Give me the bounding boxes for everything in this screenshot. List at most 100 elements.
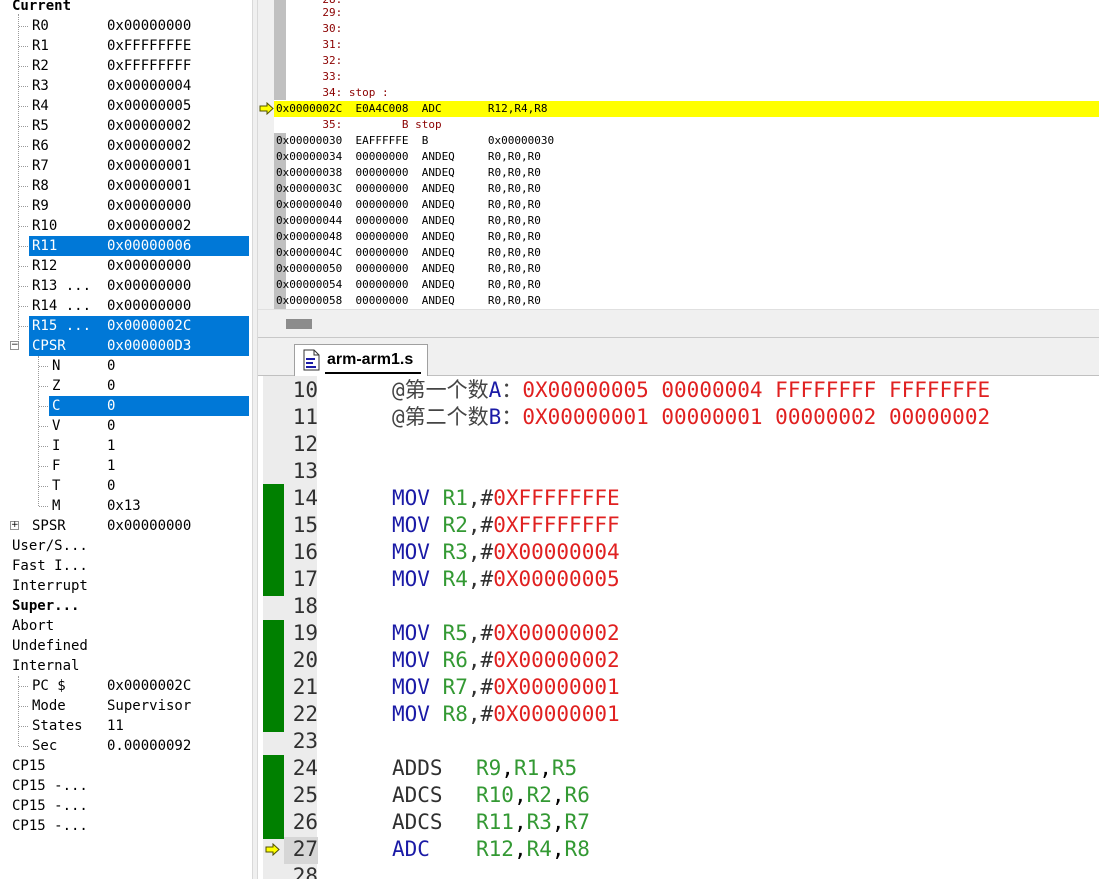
disassembly-line[interactable]: 0x00000030 EAFFFFFE B 0x00000030 [276,133,554,149]
cpsr-flag-t[interactable]: T0 [49,476,249,496]
register-name: Mode [32,698,66,714]
code-line-20: MOV R6,#0X00000002 [392,647,620,674]
tree-line [19,686,28,687]
disassembly-line[interactable]: 0x00000054 00000000 ANDEQ R0,R0,R0 [276,277,541,293]
register-row-r4[interactable]: R4 0x00000005 [29,96,249,116]
register-name: CP15 [12,758,46,774]
tree-line [19,26,28,27]
cpsr-flag-f[interactable]: F1 [49,456,249,476]
register-row-r9[interactable]: R9 0x00000000 [29,196,249,216]
disassembly-line[interactable]: 0x00000044 00000000 ANDEQ R0,R0,R0 [276,213,541,229]
mode-node-4[interactable]: Abort [9,616,249,636]
tab-arm-arm1-s[interactable]: arm-arm1.s [294,344,428,376]
register-row-r14[interactable]: R14 ... 0x00000000 [29,296,249,316]
line-number: 24 [292,756,318,780]
disassembly-line[interactable]: 35: B stop [276,117,441,133]
disassembly-line[interactable]: 0x0000004C 00000000 ANDEQ R0,R0,R0 [276,245,541,261]
scrollbar-thumb[interactable] [286,319,312,329]
register-value: 0x00000006 [107,238,192,254]
disassembly-horizontal-scrollbar[interactable] [258,309,1099,337]
cpsr-flag-z[interactable]: Z0 [49,376,249,396]
disassembly-line[interactable]: 0x0000003C 00000000 ANDEQ R0,R0,R0 [276,181,541,197]
disassembly-margin [258,0,274,309]
register-row-r8[interactable]: R8 0x00000001 [29,176,249,196]
mode-node-2[interactable]: Interrupt [9,576,249,596]
register-row-r10[interactable]: R10 0x00000002 [29,216,249,236]
disassembly-line[interactable]: 29: [276,5,342,21]
operand-separator: ,# [467,675,494,699]
cpsr-flag-n[interactable]: N0 [49,356,249,376]
disassembly-line[interactable]: 34: stop : [276,85,388,101]
current-instruction-line[interactable]: 0x0000002C E0A4C008 ADC R12,R4,R8 [274,101,1099,117]
internal-row-2[interactable]: States 11 [29,716,249,736]
disassembly-line[interactable]: 32: [276,53,342,69]
register-row-r15[interactable]: R15 ... 0x0000002C [29,316,249,336]
register-name: R0 [32,18,49,34]
internal-row-1[interactable]: Mode Supervisor [29,696,249,716]
register-name: CP15 -... [12,818,88,834]
mode-node-1[interactable]: Fast I... [9,556,249,576]
internal-row-0[interactable]: PC $ 0x0000002C [29,676,249,696]
opcode: MOV [392,540,430,564]
disassembly-line[interactable]: 0x00000048 00000000 ANDEQ R0,R0,R0 [276,229,541,245]
register-row-r6[interactable]: R6 0x00000002 [29,136,249,156]
mode-node-6[interactable]: Internal [9,656,249,676]
register-row-cpsr[interactable]: CPSR 0x000000D3 [29,336,249,356]
cp15-node-1[interactable]: CP15 -... [9,776,249,796]
tree-line [39,446,48,447]
register-value: 0xFFFFFFFF [107,58,192,74]
disassembly-line[interactable]: 31: [276,37,342,53]
register-operand: R5 [442,621,468,645]
internal-row-3[interactable]: Sec 0.00000092 [29,736,249,756]
mode-node-5[interactable]: Undefined [9,636,249,656]
spsr-expand-toggle[interactable]: + [10,521,19,530]
disassembly-line[interactable]: 0x00000034 00000000 ANDEQ R0,R0,R0 [276,149,541,165]
register-row-r13[interactable]: R13 ... 0x00000000 [29,276,249,296]
line-number: 18 [292,594,318,618]
register-row-r7[interactable]: R7 0x00000001 [29,156,249,176]
register-value: 0 [107,358,116,374]
opcode: ADCS [392,810,443,834]
cp15-node-3[interactable]: CP15 -... [9,816,249,836]
code-line-24: ADDS R9,R1,R5 [392,756,578,780]
cpsr-collapse-toggle[interactable]: − [10,341,19,350]
disassembly-line[interactable]: 0x00000040 00000000 ANDEQ R0,R0,R0 [276,197,541,213]
tree-line [38,356,39,506]
register-value: 0x00000000 [107,278,192,294]
register-row-r1[interactable]: R1 0xFFFFFFFE [29,36,249,56]
register-row-r2[interactable]: R2 0xFFFFFFFF [29,56,249,76]
register-row-r3[interactable]: R3 0x00000004 [29,76,249,96]
cp15-node-2[interactable]: CP15 -... [9,796,249,816]
register-row-r0[interactable]: R0 0x00000000 [29,16,249,36]
register-operand: R3 [442,540,468,564]
mode-node-3[interactable]: Super... [9,596,249,616]
line-number: 28 [292,864,318,879]
cpsr-flag-m[interactable]: M 0x13 [49,496,249,516]
register-name: CP15 -... [12,778,88,794]
register-row-r5[interactable]: R5 0x00000002 [29,116,249,136]
tree-line [19,66,28,67]
cpsr-flag-c[interactable]: C0 [49,396,249,416]
disassembly-line[interactable]: 0x00000038 00000000 ANDEQ R0,R0,R0 [276,165,541,181]
register-row-spsr[interactable]: SPSR 0x00000000 [29,516,249,536]
register-value: 1 [107,438,116,454]
cpsr-flag-v[interactable]: V0 [49,416,249,436]
disassembly-line[interactable]: 30: [276,21,342,37]
source-editor[interactable]: 10 11 12 13 14 15 16 17 18 19 20 21 22 23 24 25 26 27 28 @… [258,376,1099,879]
cpsr-flag-i[interactable]: I1 [49,436,249,456]
register-name: Internal [12,658,80,674]
tree-line [19,206,28,207]
tree-line [39,466,48,467]
line-number: 10 [292,378,318,402]
register-row-r11[interactable]: R11 0x00000006 [29,236,249,256]
immediate-value: 0XFFFFFFFF [493,513,620,537]
register-row-r12[interactable]: R12 0x00000000 [29,256,249,276]
mode-node-0[interactable]: User/S... [9,536,249,556]
register-operand: R8 [442,702,468,726]
operand-separator: ,# [467,702,494,726]
disassembly-line[interactable]: 33: [276,69,342,85]
register-name: F [52,458,61,474]
disassembly-line[interactable]: 0x00000050 00000000 ANDEQ R0,R0,R0 [276,261,541,277]
disassembly-line[interactable]: 0x00000058 00000000 ANDEQ R0,R0,R0 [276,293,541,309]
cp15-node-0[interactable]: CP15 [9,756,249,776]
